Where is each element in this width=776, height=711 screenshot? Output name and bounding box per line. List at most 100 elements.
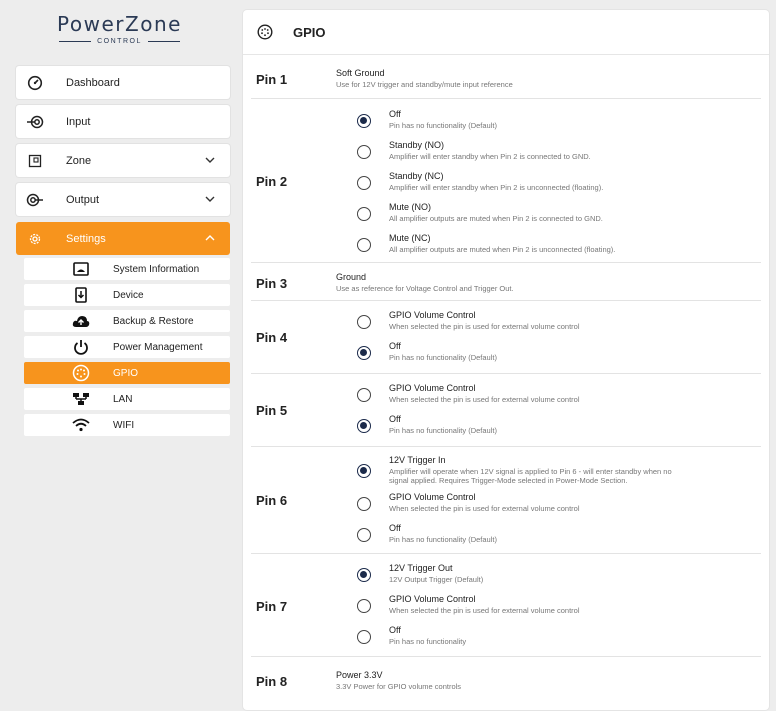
radio-button[interactable] (357, 388, 371, 402)
option-title: GPIO Volume Control (389, 310, 476, 320)
nav-settings[interactable]: Settings (16, 222, 230, 255)
radio-button-selected[interactable] (357, 464, 371, 478)
option-desc: Amplifier will enter standby when Pin 2 … (389, 183, 604, 192)
pin-label: Pin 8 (256, 674, 288, 689)
submenu-gpio[interactable]: GPIO (24, 362, 230, 384)
submenu-system-information[interactable]: System Information (24, 258, 230, 280)
chevron-down-icon[interactable] (204, 154, 216, 166)
option-text: 12V Trigger In Amplifier will operate wh… (389, 455, 749, 485)
option-text: GPIO Volume Control When selected the pi… (389, 492, 749, 513)
radio-button[interactable] (357, 497, 371, 511)
option-desc: 12V Output Trigger (Default) (389, 575, 484, 584)
page-title: GPIO (293, 24, 326, 40)
radio-button[interactable] (357, 630, 371, 644)
radio-button[interactable] (357, 207, 371, 221)
pin-row-5: Pin 5 GPIO Volume Control When selected … (251, 374, 761, 447)
option-desc: Pin has no functionality (Default) (389, 535, 497, 544)
pin-row-8: Pin 8 Power 3.3V 3.3V Power for GPIO vol… (251, 657, 761, 707)
option-desc: signal applied. Requires Trigger-Mode se… (389, 476, 628, 485)
gpio-connector-icon (72, 364, 90, 382)
submenu-label: WIFI (113, 419, 135, 431)
option-text: Mute (NO) All amplifier outputs are mute… (389, 202, 749, 223)
submenu-lan[interactable]: LAN (24, 388, 230, 410)
pin-label: Pin 7 (256, 599, 288, 614)
radio-button[interactable] (357, 145, 371, 159)
submenu-label: Backup & Restore (113, 315, 194, 327)
pin-info: Power 3.3V 3.3V Power for GPIO volume co… (336, 670, 461, 691)
radio-button[interactable] (357, 238, 371, 252)
option-desc: All amplifier outputs are muted when Pin… (389, 245, 616, 254)
option-title: Off (389, 341, 401, 351)
pin-row-7: Pin 7 12V Trigger Out 12V Output Trigger… (251, 554, 761, 657)
option-desc: Amplifier will operate when 12V signal i… (389, 467, 672, 476)
option-title: Off (389, 414, 401, 424)
nav-zone[interactable]: Zone (16, 144, 230, 177)
submenu-wifi[interactable]: WIFI (24, 414, 230, 436)
divider (59, 41, 92, 42)
pin-info: Ground Use as reference for Voltage Cont… (336, 272, 514, 293)
submenu-label: Device (113, 289, 144, 301)
submenu-label: Power Management (113, 341, 203, 353)
nav-output[interactable]: Output (16, 183, 230, 216)
radio-button[interactable] (357, 599, 371, 613)
option-desc: Amplifier will enter standby when Pin 2 … (389, 152, 591, 161)
submenu-label: GPIO (113, 367, 139, 379)
radio-button[interactable] (357, 528, 371, 542)
submenu-device[interactable]: Device (24, 284, 230, 306)
panel-header: GPIO (243, 10, 769, 55)
option-text: Off Pin has no functionality (Default) (389, 109, 749, 130)
option-desc: Pin has no functionality (Default) (389, 121, 497, 130)
option-desc: Pin has no functionality (389, 637, 467, 646)
submenu-power-management[interactable]: Power Management (24, 336, 230, 358)
gpio-panel: GPIO Pin 1 Soft Ground Use for 12V trigg… (243, 10, 769, 710)
option-text: GPIO Volume Control When selected the pi… (389, 383, 749, 404)
option-text: Off Pin has no functionality (Default) (389, 341, 749, 362)
pin-label: Pin 3 (256, 276, 288, 291)
submenu-backup-restore[interactable]: Backup & Restore (24, 310, 230, 332)
option-desc: When selected the pin is used for extern… (389, 395, 580, 404)
divider (147, 41, 180, 42)
nav-input[interactable]: Input (16, 105, 230, 138)
radio-button-selected[interactable] (357, 419, 371, 433)
submenu-label: LAN (113, 393, 133, 405)
pin-row-2: Pin 2 Off Pin has no functionality (Defa… (251, 99, 761, 263)
pin-label: Pin 1 (256, 72, 288, 87)
radio-button-selected[interactable] (357, 346, 371, 360)
pin-row-3: Pin 3 Ground Use as reference for Voltag… (251, 263, 761, 301)
pin-row-1: Pin 1 Soft Ground Use for 12V trigger an… (251, 55, 761, 99)
pin-function-title: Ground (336, 272, 367, 282)
pin-row-6: Pin 6 12V Trigger In Amplifier will oper… (251, 447, 761, 554)
option-desc: When selected the pin is used for extern… (389, 322, 580, 331)
option-text: Standby (NC) Amplifier will enter standb… (389, 171, 749, 192)
chevron-down-icon[interactable] (204, 193, 216, 205)
output-icon (26, 191, 44, 209)
option-text: Off Pin has no functionality (Default) (389, 414, 749, 435)
brand-subtitle: CONTROL (97, 38, 142, 45)
option-text: Off Pin has no functionality (Default) (389, 523, 749, 544)
nav-input-label: Input (66, 115, 91, 128)
radio-button-selected[interactable] (357, 114, 371, 128)
logo: PowerZone CONTROL (8, 12, 231, 45)
option-title: 12V Trigger In (389, 455, 446, 465)
chevron-up-icon[interactable] (204, 232, 216, 244)
option-text: 12V Trigger Out 12V Output Trigger (Defa… (389, 563, 749, 584)
pin-function-desc: 3.3V Power for GPIO volume controls (336, 682, 462, 691)
nav-dashboard[interactable]: Dashboard (16, 66, 230, 99)
power-icon (72, 338, 90, 356)
option-title: Off (389, 109, 401, 119)
pin-info: Soft Ground Use for 12V trigger and stan… (336, 68, 513, 89)
option-title: GPIO Volume Control (389, 594, 476, 604)
option-text: Standby (NO) Amplifier will enter standb… (389, 140, 749, 161)
device-download-icon (72, 286, 90, 304)
option-text: GPIO Volume Control When selected the pi… (389, 594, 749, 615)
gpio-connector-icon (257, 24, 273, 40)
option-title: Mute (NC) (389, 233, 431, 243)
radio-button[interactable] (357, 176, 371, 190)
option-title: Mute (NO) (389, 202, 432, 212)
radio-button[interactable] (357, 315, 371, 329)
nav-dashboard-label: Dashboard (66, 76, 120, 89)
radio-button-selected[interactable] (357, 568, 371, 582)
option-title: Off (389, 523, 401, 533)
gauge-icon (26, 74, 44, 92)
pin-row-4: Pin 4 GPIO Volume Control When selected … (251, 301, 761, 374)
